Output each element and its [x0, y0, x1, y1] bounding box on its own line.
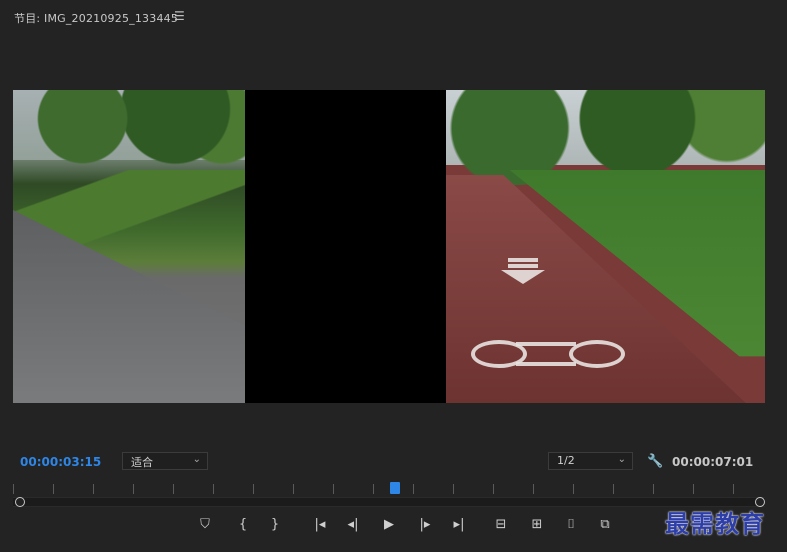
- right-clip-frame: [446, 90, 765, 403]
- lift-button[interactable]: ⊟: [491, 516, 511, 534]
- watermark-logo: 最需教育: [665, 509, 765, 538]
- time-ruler-ticks: [13, 484, 765, 494]
- playhead-handle[interactable]: [390, 482, 400, 494]
- hamburger-menu-icon[interactable]: ☰: [174, 9, 185, 23]
- resolution-dropdown-value: 1/2: [557, 454, 575, 467]
- export-frame-button[interactable]: ⌷: [561, 516, 581, 534]
- program-monitor-panel: 节目: IMG_20210925_133445 ☰ 00:00:03:15 适合…: [0, 0, 787, 552]
- go-to-in-icon: |◂: [314, 517, 326, 532]
- lane-arrow-bars: [508, 258, 538, 262]
- duration-timecode: 00:00:07:01: [672, 455, 754, 469]
- wrench-icon[interactable]: 🔧: [647, 454, 663, 469]
- transition-black-gap: [245, 90, 446, 403]
- zoom-scrollbar[interactable]: [13, 497, 765, 507]
- fit-dropdown-value: 适合: [131, 456, 153, 469]
- marker-icon: ⛉: [200, 517, 210, 532]
- add-marker-button[interactable]: ⛉: [195, 516, 215, 534]
- lane-arrow-icon: [501, 270, 545, 284]
- left-clip-frame: [13, 90, 245, 403]
- step-forward-icon: |▸: [419, 517, 431, 532]
- fit-dropdown[interactable]: 适合 ⌄: [122, 452, 208, 470]
- chevron-down-icon: ⌄: [192, 454, 201, 465]
- mark-out-button[interactable]: }: [265, 516, 285, 534]
- panel-title[interactable]: 节目: IMG_20210925_133445: [14, 10, 178, 26]
- step-forward-button[interactable]: |▸: [415, 516, 435, 534]
- go-to-out-icon: ▸|: [453, 517, 465, 532]
- mark-out-icon: }: [270, 517, 280, 532]
- mark-in-button[interactable]: {: [233, 516, 253, 534]
- current-timecode[interactable]: 00:00:03:15: [20, 455, 101, 469]
- play-button[interactable]: ▶: [379, 516, 399, 534]
- transport-controls: ⛉ { } |◂ ◂| ▶ |▸ ▸| ⊟ ⊞ ⌷ ⧉: [195, 516, 625, 536]
- program-video-frame[interactable]: [13, 90, 765, 403]
- extract-button[interactable]: ⊞: [527, 516, 547, 534]
- compare-view-button[interactable]: ⧉: [595, 516, 615, 534]
- time-ruler[interactable]: [13, 480, 765, 494]
- camera-icon: ⌷: [567, 517, 575, 532]
- zoom-handle-left[interactable]: [15, 497, 25, 507]
- extract-icon: ⊞: [531, 517, 543, 532]
- resolution-dropdown[interactable]: 1/2 ⌄: [548, 452, 633, 470]
- step-back-button[interactable]: ◂|: [343, 516, 363, 534]
- chevron-down-icon: ⌄: [617, 454, 626, 465]
- go-to-in-button[interactable]: |◂: [310, 516, 330, 534]
- lift-icon: ⊟: [495, 517, 507, 532]
- bicycle-marking-icon: [471, 330, 625, 370]
- panel-header: 节目: IMG_20210925_133445 ☰: [0, 0, 787, 38]
- step-back-icon: ◂|: [347, 517, 359, 532]
- mark-in-icon: {: [238, 517, 248, 532]
- go-to-out-button[interactable]: ▸|: [449, 516, 469, 534]
- play-icon: ▶: [384, 517, 394, 532]
- compare-icon: ⧉: [600, 517, 610, 532]
